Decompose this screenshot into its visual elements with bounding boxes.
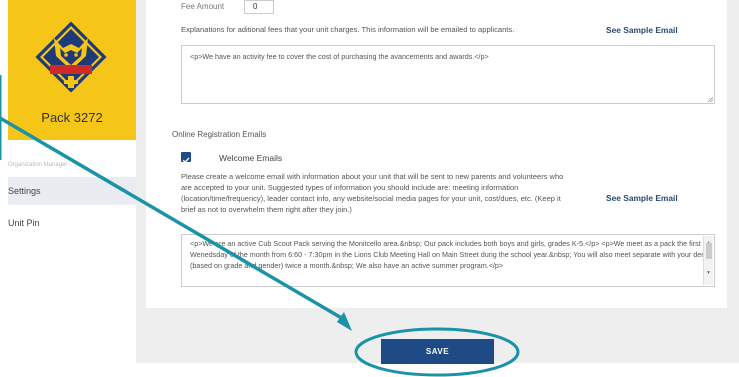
welcome-emails-checkbox[interactable] xyxy=(181,152,191,164)
welcome-email-description: Please create a welcome email with infor… xyxy=(181,172,564,214)
online-registration-emails-label: Online Registration Emails xyxy=(172,130,267,139)
sidebar: Pack 3272 Organization Manager Settings … xyxy=(8,0,136,363)
fee-amount-label: Fee Amount xyxy=(181,2,225,11)
textarea-scrollbar[interactable]: ▲ ▼ xyxy=(703,236,713,285)
sidebar-item-settings[interactable]: Settings xyxy=(8,177,136,205)
fee-amount-input[interactable]: 0 xyxy=(244,0,274,14)
see-sample-email-link-2[interactable]: See Sample Email xyxy=(606,193,678,203)
save-button[interactable]: SAVE xyxy=(381,339,494,364)
fee-explanation-value: <p>We have an activity fee to cover the … xyxy=(190,52,489,61)
brand-panel: Pack 3272 xyxy=(8,0,136,140)
fee-explanation-text: Explanations for aditional fees that you… xyxy=(181,25,515,34)
resize-handle-icon[interactable] xyxy=(707,96,713,102)
checkmark-icon xyxy=(182,157,190,164)
scroll-thumb[interactable] xyxy=(706,243,712,259)
fee-explanation-textarea[interactable]: <p>We have an activity fee to cover the … xyxy=(181,45,715,104)
welcome-email-textarea[interactable]: <p>We are an active Cub Scout Pack servi… xyxy=(181,234,715,287)
welcome-emails-label: Welcome Emails xyxy=(219,153,283,163)
pack-name: Pack 3272 xyxy=(41,110,103,125)
see-sample-email-link[interactable]: See Sample Email xyxy=(606,25,678,35)
org-label: Organization Manager xyxy=(8,162,68,168)
welcome-email-value: <p>We are an active Cub Scout Pack servi… xyxy=(190,239,706,270)
cub-scouts-logo xyxy=(32,18,110,96)
sidebar-item-unit-pin[interactable]: Unit Pin xyxy=(8,209,136,237)
scroll-down-icon[interactable]: ▼ xyxy=(706,268,711,279)
